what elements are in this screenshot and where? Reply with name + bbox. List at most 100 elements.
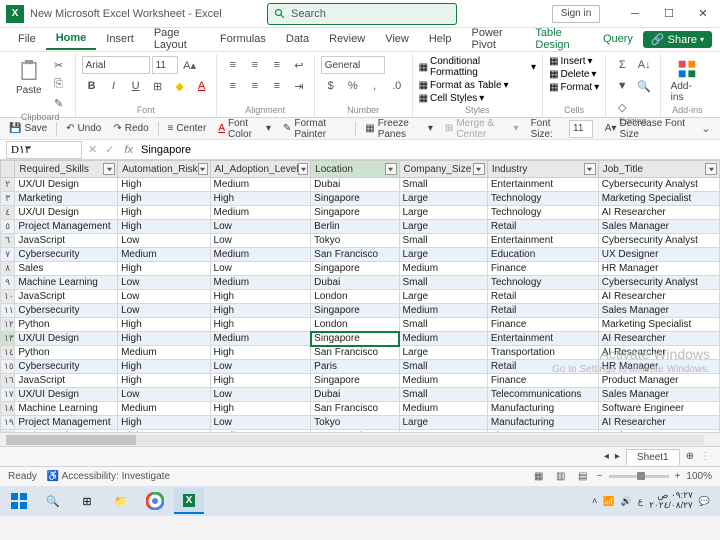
filter-dropdown-icon[interactable] <box>198 163 208 175</box>
taskbar-taskview-icon[interactable]: ⊞ <box>72 488 102 514</box>
cell[interactable]: Medium <box>118 346 210 360</box>
cancel-formula-icon[interactable]: ✕ <box>84 143 101 156</box>
cell[interactable]: Entertainment <box>487 178 598 192</box>
cell[interactable]: Marketing Specialist <box>598 192 719 206</box>
spreadsheet-grid[interactable]: Required_SkillsAutomation_RiskAI_Adoptio… <box>0 160 720 432</box>
cell[interactable]: Product Manager <box>598 430 719 433</box>
cell[interactable]: Cybersecurity Analyst <box>598 234 719 248</box>
format-cells-button[interactable]: ▦ Format ▾ <box>549 82 599 93</box>
row-header[interactable]: ١٦ <box>1 374 15 388</box>
cell[interactable]: Large <box>399 416 487 430</box>
cell[interactable]: London <box>311 290 399 304</box>
italic-button[interactable]: I <box>104 77 124 95</box>
conditional-formatting-button[interactable]: ▦ Conditional Formatting ▾ <box>419 56 537 78</box>
search-input[interactable]: Search <box>267 3 457 25</box>
tab-query[interactable]: Query <box>593 30 643 49</box>
cell[interactable]: Medium <box>399 262 487 276</box>
tray-chevron-icon[interactable]: ˄ <box>592 496 597 506</box>
cell[interactable]: Dubai <box>311 276 399 290</box>
cell[interactable]: Manufacturing <box>487 416 598 430</box>
close-button[interactable]: ✕ <box>686 0 720 28</box>
cell[interactable]: High <box>118 206 210 220</box>
column-header[interactable]: Company_Size <box>399 161 487 178</box>
column-header[interactable]: Automation_Risk <box>118 161 210 178</box>
currency-icon[interactable]: $ <box>321 77 341 95</box>
cell[interactable]: JavaScript <box>15 290 118 304</box>
cell[interactable]: Dubai <box>311 388 399 402</box>
sheet-nav-prev-icon[interactable]: ◂ <box>604 451 609 462</box>
cell[interactable]: High <box>210 192 311 206</box>
filter-dropdown-icon[interactable] <box>385 163 397 175</box>
cell[interactable]: Medium <box>210 178 311 192</box>
cell[interactable]: London <box>311 318 399 332</box>
cell[interactable]: Retail <box>487 360 598 374</box>
taskbar-search-icon[interactable]: 🔍 <box>38 488 68 514</box>
cell[interactable]: Small <box>399 178 487 192</box>
cell[interactable]: Small <box>399 360 487 374</box>
align-left-icon[interactable]: ≡ <box>223 77 243 95</box>
filter-dropdown-icon[interactable] <box>298 163 308 175</box>
font-family-select[interactable]: Arial <box>82 56 150 74</box>
cell[interactable]: Large <box>399 290 487 304</box>
fx-icon[interactable]: fx <box>118 144 139 156</box>
enter-formula-icon[interactable]: ✓ <box>101 143 118 156</box>
cell[interactable]: Large <box>399 248 487 262</box>
tray-network-icon[interactable]: 📶 <box>603 496 614 507</box>
cell[interactable]: Sales Manager <box>598 388 719 402</box>
cell[interactable]: Python <box>15 318 118 332</box>
cell[interactable]: Sales Manager <box>598 304 719 318</box>
zoom-slider[interactable] <box>609 475 669 478</box>
qat-decrease-font[interactable]: A▾ Decrease Font Size <box>602 117 692 141</box>
cell[interactable]: UX/UI Design <box>15 430 118 433</box>
scroll-thumb[interactable] <box>6 435 136 445</box>
border-button[interactable]: ⊞ <box>148 77 168 95</box>
qat-format-painter[interactable]: ✎ Format Painter <box>280 117 349 141</box>
cell[interactable]: AI Researcher <box>598 206 719 220</box>
cell[interactable]: Low <box>210 360 311 374</box>
cell[interactable]: Education <box>487 248 598 262</box>
column-header[interactable]: Location <box>311 161 399 178</box>
delete-cells-button[interactable]: ▦ Delete ▾ <box>549 69 596 80</box>
new-sheet-icon[interactable]: ⊕ <box>686 451 694 462</box>
sheet-nav-next-icon[interactable]: ▸ <box>615 451 620 462</box>
qat-undo[interactable]: ↶ Undo <box>63 122 104 135</box>
maximize-button[interactable]: ☐ <box>652 0 686 28</box>
cell[interactable]: JavaScript <box>15 234 118 248</box>
insert-cells-button[interactable]: ▦ Insert ▾ <box>549 56 593 67</box>
cell[interactable]: San Francisco <box>311 248 399 262</box>
cell[interactable]: Small <box>399 234 487 248</box>
row-header[interactable]: ١٣ <box>1 332 15 346</box>
cell[interactable]: Medium <box>399 374 487 388</box>
cell[interactable]: Medium <box>118 402 210 416</box>
align-right-icon[interactable]: ≡ <box>267 77 287 95</box>
cell[interactable]: Low <box>118 388 210 402</box>
cell[interactable]: Finance <box>487 262 598 276</box>
cell[interactable]: High <box>118 374 210 388</box>
copy-button[interactable]: ⎘ <box>49 75 69 93</box>
cell[interactable]: High <box>118 332 210 346</box>
wrap-icon[interactable]: ↩ <box>289 56 309 74</box>
qat-save[interactable]: 💾 Save <box>6 122 50 135</box>
cell[interactable]: Tokyo <box>311 234 399 248</box>
filter-dropdown-icon[interactable] <box>473 163 485 175</box>
cell[interactable]: High <box>118 416 210 430</box>
cell[interactable]: Entertainment <box>487 234 598 248</box>
cell[interactable]: High <box>210 318 311 332</box>
inc-dec-icon[interactable]: .0 <box>387 77 407 95</box>
cell[interactable]: Low <box>210 262 311 276</box>
cell[interactable]: Machine Learning <box>15 276 118 290</box>
tab-table-design[interactable]: Table Design <box>525 24 593 55</box>
underline-button[interactable]: U <box>126 77 146 95</box>
cell[interactable]: Marketing <box>15 192 118 206</box>
tab-file[interactable]: File <box>8 30 46 49</box>
cell[interactable]: Retail <box>487 220 598 234</box>
cell[interactable]: UX Designer <box>598 248 719 262</box>
increase-font-icon[interactable]: A▴ <box>180 56 200 74</box>
tray-notifications-icon[interactable]: 💬 <box>699 496 710 507</box>
cell[interactable]: Transportation <box>487 346 598 360</box>
cell[interactable]: HR Manager <box>598 262 719 276</box>
cell[interactable]: San Francisco <box>311 402 399 416</box>
tab-page-layout[interactable]: Page Layout <box>144 24 210 55</box>
cell[interactable]: Software Engineer <box>598 402 719 416</box>
cell[interactable]: High <box>118 178 210 192</box>
